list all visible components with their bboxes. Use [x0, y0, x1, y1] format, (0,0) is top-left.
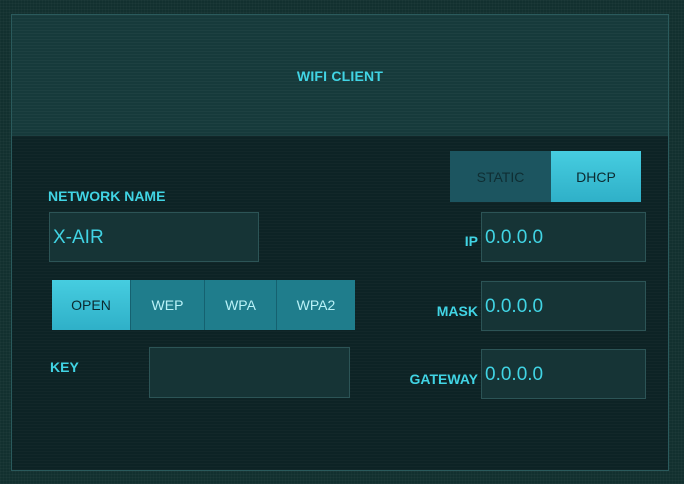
gateway-field[interactable]: 0.0.0.0 — [481, 349, 646, 399]
mask-label: MASK — [436, 303, 478, 319]
key-label: KEY — [50, 359, 79, 375]
security-wpa2-button[interactable]: WPA2 — [276, 280, 355, 330]
panel-header: WIFI CLIENT — [12, 15, 668, 136]
mask-field[interactable]: 0.0.0.0 — [481, 281, 646, 331]
security-selector: OPEN WEP WPA WPA2 — [52, 280, 355, 330]
network-name-field[interactable]: X-AIR — [49, 212, 259, 262]
ip-value: 0.0.0.0 — [485, 226, 544, 248]
mode-dhcp-button[interactable]: DHCP — [551, 151, 641, 202]
security-open-button[interactable]: OPEN — [52, 280, 130, 330]
network-name-label: NETWORK NAME — [48, 188, 166, 204]
network-name-value: X-AIR — [53, 226, 104, 248]
gateway-value: 0.0.0.0 — [485, 363, 544, 385]
ip-label: IP — [464, 233, 478, 249]
page-title: WIFI CLIENT — [296, 68, 384, 84]
mask-value: 0.0.0.0 — [485, 295, 544, 317]
screen: WIFI CLIENT NETWORK NAME X-AIR OPEN WEP … — [0, 0, 684, 484]
key-field[interactable] — [149, 347, 350, 398]
security-wep-button[interactable]: WEP — [130, 280, 204, 330]
addressing-mode-selector: STATIC DHCP — [450, 151, 641, 202]
wifi-client-panel: WIFI CLIENT NETWORK NAME X-AIR OPEN WEP … — [11, 14, 669, 471]
mode-static-button[interactable]: STATIC — [450, 151, 551, 202]
security-wpa-button[interactable]: WPA — [204, 280, 276, 330]
ip-field[interactable]: 0.0.0.0 — [481, 212, 646, 262]
gateway-label: GATEWAY — [409, 371, 478, 387]
